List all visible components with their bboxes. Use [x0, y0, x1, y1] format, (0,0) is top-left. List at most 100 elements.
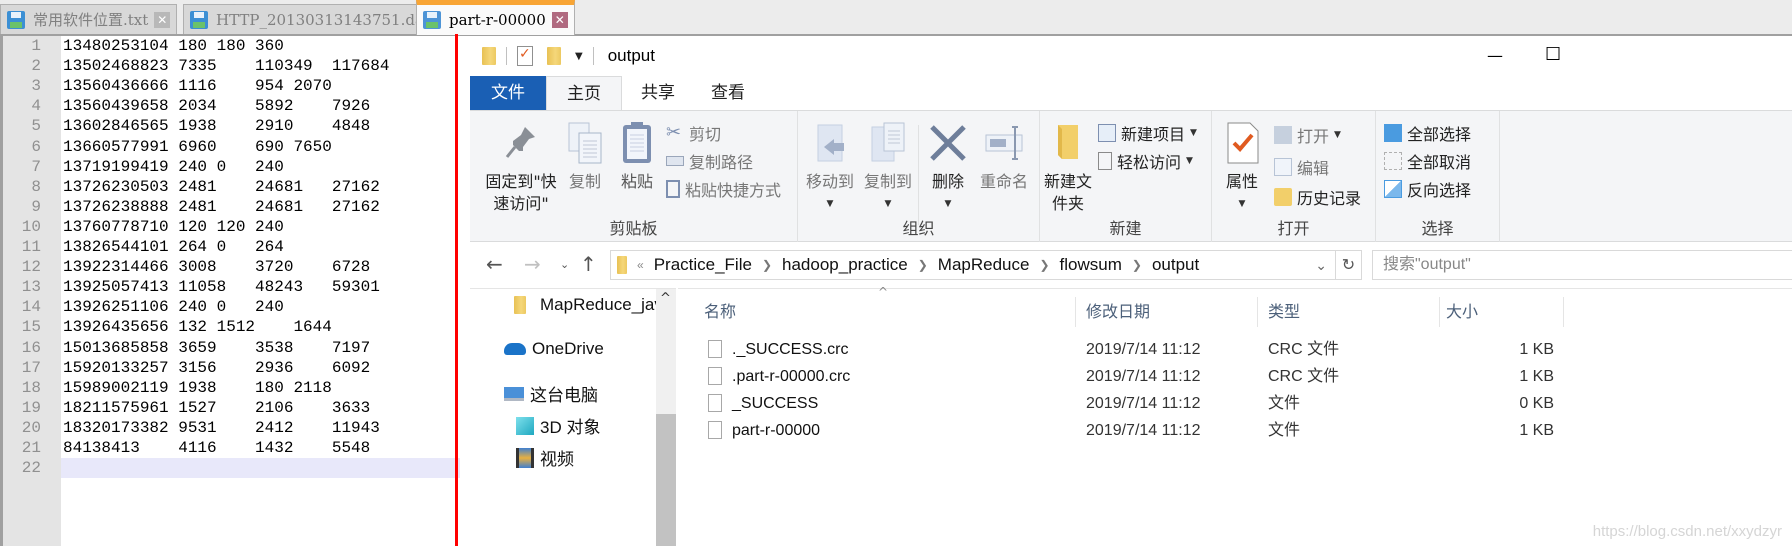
- tab-view[interactable]: 查看: [692, 76, 764, 110]
- editor-line[interactable]: 4 13560439658 2034 5892 7926: [3, 96, 460, 116]
- tab-home[interactable]: 主页: [546, 76, 622, 110]
- breadcrumb-separator-icon[interactable]: ❯: [918, 258, 928, 272]
- scroll-up-icon[interactable]: ^: [660, 291, 671, 306]
- editor-line[interactable]: 20 18320173382 9531 2412 11943: [3, 418, 460, 438]
- column-header-modified[interactable]: 修改日期: [1080, 297, 1258, 327]
- text-editor[interactable]: 1 13480253104 180 180 360 2 13502468823 733…: [0, 36, 460, 546]
- select-all-button[interactable]: 全部选择: [1384, 121, 1471, 145]
- editor-line[interactable]: 19 18211575961 1527 2106 3633: [3, 398, 460, 418]
- editor-line[interactable]: 14 13926251106 240 0 240: [3, 297, 460, 317]
- line-number: 8: [31, 177, 41, 196]
- editor-line[interactable]: 6 13660577991 6960 690 7650: [3, 137, 460, 157]
- file-type: 文件: [1268, 422, 1301, 439]
- column-header-size[interactable]: 大小: [1440, 297, 1564, 327]
- editor-tab[interactable]: 常用软件位置.txt ✕: [0, 4, 178, 34]
- rename-button[interactable]: 重命名: [974, 121, 1034, 193]
- editor-line[interactable]: 5 13602846565 1938 2910 4848: [3, 116, 460, 136]
- recent-locations-chevron-icon[interactable]: ⌄: [560, 258, 569, 271]
- paste-button[interactable]: 粘贴: [614, 121, 660, 193]
- refresh-icon[interactable]: ↻: [1336, 250, 1362, 280]
- breadcrumb-separator-icon[interactable]: ❯: [1039, 258, 1049, 272]
- column-header-type[interactable]: 类型: [1262, 297, 1440, 327]
- group-label: 新建: [1109, 219, 1142, 238]
- editor-line[interactable]: 11 13826544101 264 0 264: [3, 237, 460, 257]
- editor-line[interactable]: 12 13922314466 3008 3720 6728: [3, 257, 460, 277]
- copy-path-button[interactable]: 复制路径: [666, 149, 753, 173]
- editor-line[interactable]: 2 13502468823 7335 110349 117684: [3, 56, 460, 76]
- cut-button[interactable]: ✂ 剪切: [666, 121, 721, 145]
- nav-item-this-pc[interactable]: 这台电脑: [504, 381, 598, 406]
- easy-access-button[interactable]: 轻松访问 ▼: [1098, 149, 1193, 173]
- nav-pane-scrollbar[interactable]: ^: [656, 289, 676, 546]
- breadcrumb-item[interactable]: flowsum: [1060, 255, 1122, 275]
- new-item-button[interactable]: 新建项目 ▼: [1098, 121, 1197, 145]
- nav-item-3d-objects[interactable]: 3D 对象: [516, 413, 600, 438]
- move-to-button[interactable]: 移动到 ▼: [804, 121, 856, 215]
- line-text: 15989002119 1938 180 2118: [63, 378, 332, 397]
- editor-line[interactable]: 10 13760778710 120 120 240: [3, 217, 460, 237]
- close-icon[interactable]: ✕: [551, 12, 568, 28]
- editor-line[interactable]: 3 13560436666 1116 954 2070: [3, 76, 460, 96]
- address-dropdown-icon[interactable]: ⌄: [1315, 257, 1327, 274]
- editor-line[interactable]: 8 13726230503 2481 24681 27162: [3, 177, 460, 197]
- editor-line[interactable]: 1 13480253104 180 180 360: [3, 36, 460, 56]
- edit-button[interactable]: 编辑: [1274, 155, 1329, 179]
- delete-button[interactable]: 删除 ▼: [926, 121, 970, 215]
- editor-line[interactable]: 16 15013685858 3659 3538 7197: [3, 338, 460, 358]
- maximize-button[interactable]: ☐: [1545, 44, 1561, 65]
- nav-item-mapreduce-java[interactable]: MapReduce_jav: [514, 295, 656, 315]
- breadcrumb-item[interactable]: Practice_File: [654, 255, 752, 275]
- breadcrumb-separator-icon[interactable]: ❯: [762, 258, 772, 272]
- tab-file[interactable]: 文件: [470, 76, 546, 110]
- editor-tab-active[interactable]: part-r-00000 ✕: [416, 0, 575, 35]
- open-button[interactable]: 打开 ▼: [1274, 123, 1341, 147]
- properties-icon[interactable]: [517, 46, 533, 66]
- copy-to-button[interactable]: 复制到 ▼: [862, 121, 914, 215]
- editor-line[interactable]: 17 15920133257 3156 2936 6092: [3, 358, 460, 378]
- select-none-button[interactable]: 全部取消: [1384, 149, 1471, 173]
- editor-line[interactable]: 13 13925057413 11058 48243 59301: [3, 277, 460, 297]
- tab-share[interactable]: 共享: [622, 76, 694, 110]
- close-icon[interactable]: ✕: [154, 11, 171, 28]
- editor-line[interactable]: 22: [3, 458, 460, 479]
- line-text: 13925057413 11058 48243 59301: [63, 278, 380, 297]
- file-row[interactable]: _SUCCESS 2019/7/14 11:12 文件 0 KB: [678, 390, 1792, 417]
- new-folder-icon[interactable]: [547, 47, 561, 65]
- forward-arrow-icon[interactable]: →: [524, 252, 541, 276]
- scrollbar-thumb[interactable]: [656, 414, 676, 546]
- nav-item-videos[interactable]: 视频: [516, 445, 574, 470]
- line-number: 19: [21, 398, 41, 417]
- breadcrumb-item[interactable]: MapReduce: [938, 255, 1030, 275]
- breadcrumb-item[interactable]: output: [1152, 255, 1199, 275]
- editor-line[interactable]: 15 13926435656 132 1512 1644: [3, 317, 460, 337]
- line-text: 13760778710 120 120 240: [63, 217, 284, 236]
- breadcrumb-item[interactable]: hadoop_practice: [782, 255, 908, 275]
- nav-item-onedrive[interactable]: OneDrive: [504, 339, 604, 359]
- address-bar[interactable]: « Practice_File ❯ hadoop_practice ❯ MapR…: [610, 250, 1336, 280]
- editor-tab-bar: 常用软件位置.txt ✕ HTTP_20130313143751.dat ✕ p…: [0, 0, 1792, 36]
- pin-to-quick-access-button[interactable]: 固定到"快速访问": [480, 121, 562, 215]
- file-row[interactable]: part-r-00000 2019/7/14 11:12 文件 1 KB: [678, 417, 1792, 444]
- copy-button[interactable]: 复制: [562, 121, 608, 193]
- up-arrow-icon[interactable]: ↑: [580, 252, 597, 276]
- history-button[interactable]: 历史记录: [1274, 185, 1361, 209]
- breadcrumb-separator-icon[interactable]: ❯: [1132, 258, 1142, 272]
- new-folder-button[interactable]: 新建文件夹: [1044, 121, 1092, 215]
- invert-selection-button[interactable]: 反向选择: [1384, 177, 1471, 201]
- editor-line[interactable]: 9 13726238888 2481 24681 27162: [3, 197, 460, 217]
- paste-shortcut-button[interactable]: 粘贴快捷方式: [666, 177, 781, 201]
- properties-button[interactable]: 属性 ▼: [1220, 121, 1264, 215]
- minimize-button[interactable]: —: [1487, 46, 1503, 65]
- column-header-name[interactable]: 名称: [698, 297, 1076, 327]
- file-modified: 2019/7/14 11:12: [1086, 341, 1201, 358]
- overflow-chevron-icon[interactable]: «: [637, 258, 644, 272]
- file-row[interactable]: ._SUCCESS.crc 2019/7/14 11:12 CRC 文件 1 KB: [678, 336, 1792, 363]
- customize-quick-access-icon[interactable]: ▼: [575, 51, 583, 62]
- back-arrow-icon[interactable]: ←: [486, 252, 503, 276]
- editor-line[interactable]: 7 13719199419 240 0 240: [3, 157, 460, 177]
- search-input[interactable]: 搜索"output": [1372, 250, 1792, 280]
- editor-line[interactable]: 18 15989002119 1938 180 2118: [3, 378, 460, 398]
- editor-line[interactable]: 21 84138413 4116 1432 5548: [3, 438, 460, 458]
- file-row[interactable]: .part-r-00000.crc 2019/7/14 11:12 CRC 文件 1 …: [678, 363, 1792, 390]
- 3d-cube-icon: [516, 416, 534, 435]
